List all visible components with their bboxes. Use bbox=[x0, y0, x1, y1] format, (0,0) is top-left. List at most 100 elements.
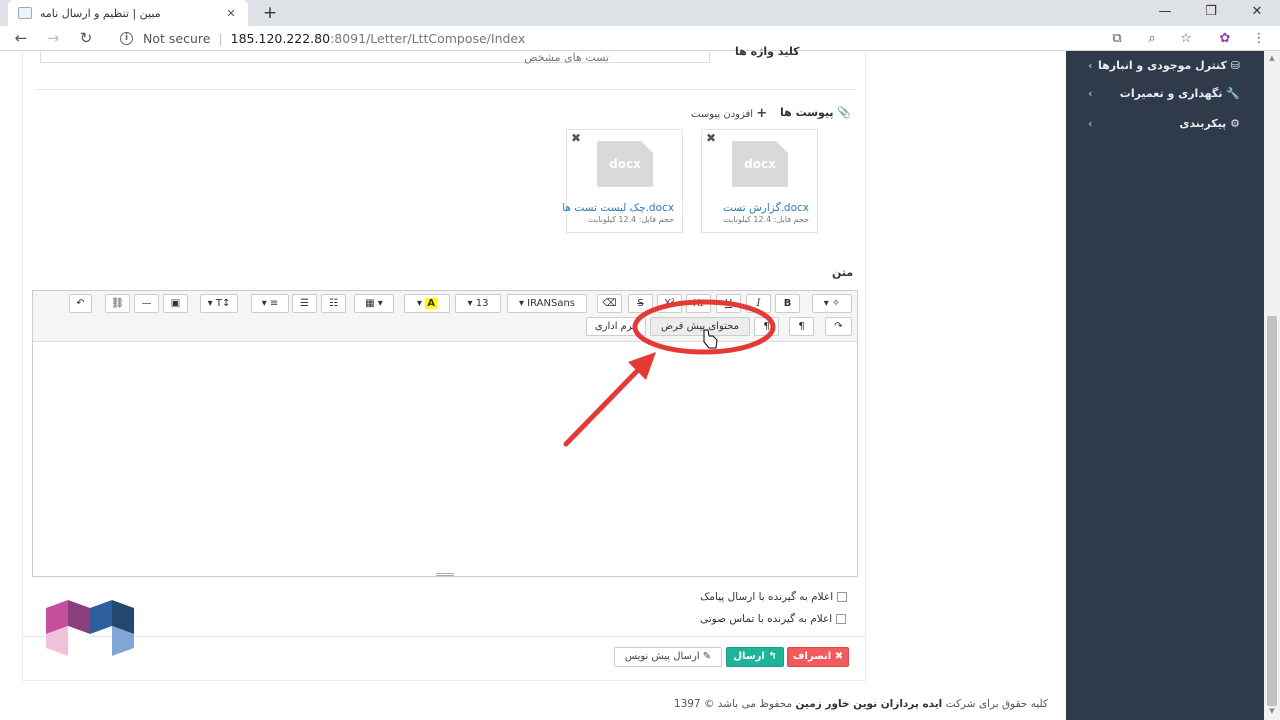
italic-icon[interactable]: I bbox=[746, 294, 771, 313]
tab-title: مبین | تنظیم و ارسال نامه bbox=[40, 6, 161, 20]
unordered-list-icon[interactable]: ☷ bbox=[321, 294, 346, 313]
forward-arrow-icon[interactable]: → bbox=[42, 28, 64, 49]
text-label: متن bbox=[832, 266, 854, 279]
address-separator: | bbox=[218, 31, 223, 46]
scroll-up-icon[interactable]: ▲ bbox=[1267, 54, 1277, 64]
new-tab-button[interactable]: + bbox=[260, 3, 280, 23]
text-size-dropdown[interactable]: ▾ T↕ bbox=[200, 294, 238, 313]
restore-icon[interactable]: ❐ bbox=[1188, 0, 1234, 26]
wrench-icon: 🔧 bbox=[1222, 86, 1240, 100]
align-dropdown[interactable]: ▾ ≡ bbox=[251, 294, 289, 313]
minimize-icon[interactable]: — bbox=[1142, 0, 1188, 26]
horizontal-rule-icon[interactable]: — bbox=[134, 294, 159, 313]
send-button[interactable]: ↰ ارسال bbox=[726, 647, 784, 667]
attachment-name[interactable]: چک لیست تست ها.docx bbox=[562, 202, 674, 214]
scroll-down-icon[interactable]: ▼ bbox=[1267, 707, 1277, 717]
attachment-size: حجم فایل: 12.4 کیلوبایت bbox=[588, 215, 674, 224]
cancel-button[interactable]: ✖ انصراف bbox=[787, 647, 849, 667]
cogs-icon: ⚙ bbox=[1226, 116, 1240, 130]
bookmark-star-icon[interactable]: ☆ bbox=[1175, 29, 1197, 49]
sms-notify-checkbox-row[interactable]: اعلام به گیرنده با ارسال پیامک bbox=[700, 591, 860, 603]
attachments-label: 📎 پیوست ها bbox=[780, 106, 852, 119]
remove-attachment-icon[interactable]: ✖ bbox=[571, 131, 581, 145]
menu-dots-icon[interactable]: ⋮ bbox=[1248, 29, 1270, 49]
eraser-icon[interactable]: ⌫ bbox=[597, 294, 622, 313]
sidebar-item-inventory[interactable]: ‹ ⛁ کنترل موجودی و انبارها bbox=[1066, 51, 1264, 79]
ordered-list-icon[interactable]: ☰ bbox=[292, 294, 317, 313]
company-name: ایده پردازان نوین خاور زمین bbox=[795, 698, 943, 710]
tab-favicon-icon bbox=[18, 7, 32, 19]
bold-icon[interactable]: B bbox=[775, 294, 800, 313]
info-icon[interactable]: i bbox=[120, 32, 133, 45]
back-arrow-icon[interactable]: ← bbox=[10, 28, 32, 49]
editor-toolbar: ↶ ⛓ — ▣ ▾ T↕ ▾ ≡ ☰ ☷ ▦ ▾ ▾ A ▾ 13 ▾ IRAN… bbox=[33, 291, 857, 342]
font-size-dropdown[interactable]: ▾ 13 bbox=[455, 294, 501, 313]
sidebar-item-label: نگهداری و تعمیرات bbox=[1119, 86, 1223, 100]
footer-copyright: کلیه حقوق برای شرکت ایده پردازان نوین خا… bbox=[673, 698, 1048, 710]
attachment-name[interactable]: گزارش تست.docx bbox=[723, 202, 809, 214]
browser-toolbar: ← → ↻ i Not secure | 185.120.222.80 :809… bbox=[0, 26, 1280, 51]
divider bbox=[36, 89, 856, 90]
brand-logo bbox=[46, 600, 134, 656]
undo-icon[interactable]: ↶ bbox=[69, 294, 92, 313]
underline-icon[interactable]: U bbox=[716, 294, 741, 313]
sidebar-item-maintenance[interactable]: ‹ 🔧 نگهداری و تعمیرات bbox=[1066, 79, 1264, 107]
attachment-card[interactable]: ✖ docx گزارش تست.docx حجم فایل: 12.4 کیل… bbox=[701, 129, 818, 233]
chevron-left-icon: ‹ bbox=[1088, 58, 1093, 72]
sidebar-item-label: پیکربندی bbox=[1179, 116, 1227, 130]
reload-icon[interactable]: ↻ bbox=[75, 28, 97, 49]
rtl-direction-icon[interactable]: ¶ bbox=[789, 317, 814, 336]
attachment-card[interactable]: ✖ docx چک لیست تست ها.docx حجم فایل: 12.… bbox=[562, 129, 683, 233]
keywords-value: تست های مشخص bbox=[524, 51, 609, 64]
font-family-dropdown[interactable]: ▾ IRANSans bbox=[507, 294, 587, 313]
subscript-icon[interactable]: X₂ bbox=[686, 294, 711, 313]
table-icon[interactable]: ▦ ▾ bbox=[354, 294, 394, 313]
divider bbox=[22, 636, 866, 637]
rich-text-editor: ↶ ⛓ — ▣ ▾ T↕ ▾ ≡ ☰ ☷ ▦ ▾ ▾ A ▾ 13 ▾ IRAN… bbox=[32, 290, 858, 577]
default-content-button[interactable]: محتوای پیش فرض bbox=[650, 317, 750, 336]
keywords-input[interactable]: تست های مشخص bbox=[40, 51, 710, 64]
sms-notify-checkbox[interactable] bbox=[837, 592, 848, 602]
scroll-thumb[interactable] bbox=[1267, 316, 1277, 706]
extension-icon[interactable]: ✿ bbox=[1214, 29, 1236, 49]
image-icon[interactable]: ▣ bbox=[163, 294, 188, 313]
editor-content-area[interactable] bbox=[33, 342, 857, 568]
keywords-label: کلید واژه ها bbox=[735, 45, 800, 58]
add-attachment-button[interactable]: + افزودن پیوست bbox=[691, 106, 767, 121]
voice-notify-checkbox[interactable] bbox=[836, 614, 847, 624]
window-close-icon[interactable]: ✕ bbox=[1234, 0, 1280, 26]
not-secure-label: Not secure bbox=[143, 31, 211, 46]
browser-tab[interactable]: مبین | تنظیم و ارسال نامه ✕ bbox=[8, 0, 248, 26]
sidebar-item-label: کنترل موجودی و انبارها bbox=[1097, 58, 1227, 72]
link-icon[interactable]: ⛓ bbox=[105, 294, 130, 313]
ltr-direction-icon[interactable]: ¶ bbox=[754, 317, 779, 336]
sidebar: ‹ ⛁ کنترل موجودی و انبارها ‹ 🔧 نگهداری و… bbox=[1066, 51, 1264, 720]
superscript-icon[interactable]: X² bbox=[657, 294, 682, 313]
remove-attachment-icon[interactable]: ✖ bbox=[706, 131, 716, 145]
voice-notify-checkbox-row[interactable]: اعلام به گیرنده با تماس صوتی bbox=[700, 613, 860, 625]
admin-form-button[interactable]: فرم اداری bbox=[586, 317, 646, 336]
highlight-color-dropdown[interactable]: ▾ A bbox=[404, 294, 450, 313]
strikethrough-icon[interactable]: S bbox=[628, 294, 653, 313]
resize-handle[interactable] bbox=[436, 573, 454, 576]
redo-icon[interactable]: ↷ bbox=[825, 317, 852, 336]
paperclip-icon: 📎 bbox=[837, 106, 852, 119]
sidebar-item-config[interactable]: ‹ ⚙ پیکربندی bbox=[1066, 109, 1264, 137]
page-scrollbar[interactable]: ▲ ▼ bbox=[1264, 51, 1280, 720]
tab-close-icon[interactable]: ✕ bbox=[224, 7, 238, 20]
url-path: :8091/Letter/LttCompose/Index bbox=[330, 31, 526, 46]
magic-style-dropdown[interactable]: ▾ ✧ bbox=[812, 294, 852, 313]
attachment-size: حجم فایل: 12.4 کیلوبایت bbox=[723, 215, 809, 224]
voice-notify-label: اعلام به گیرنده با تماس صوتی bbox=[700, 613, 833, 625]
browser-tab-strip: مبین | تنظیم و ارسال نامه ✕ + — ❐ ✕ bbox=[0, 0, 1280, 26]
send-draft-button[interactable]: ✎ ارسال پیش نویس bbox=[614, 647, 722, 667]
pencil-icon: ✎ bbox=[702, 651, 712, 662]
plus-icon: + bbox=[756, 106, 768, 121]
url-host: 185.120.222.80 bbox=[230, 31, 331, 46]
zoom-icon[interactable]: ⌕ bbox=[1141, 29, 1163, 49]
address-bar[interactable]: i Not secure | 185.120.222.80 :8091/Lett… bbox=[108, 28, 1100, 49]
reply-arrow-icon: ↰ bbox=[768, 651, 777, 662]
translate-icon[interactable]: ⧉ bbox=[1106, 29, 1128, 49]
chevron-left-icon: ‹ bbox=[1088, 116, 1093, 130]
docx-file-icon: docx bbox=[597, 141, 653, 187]
